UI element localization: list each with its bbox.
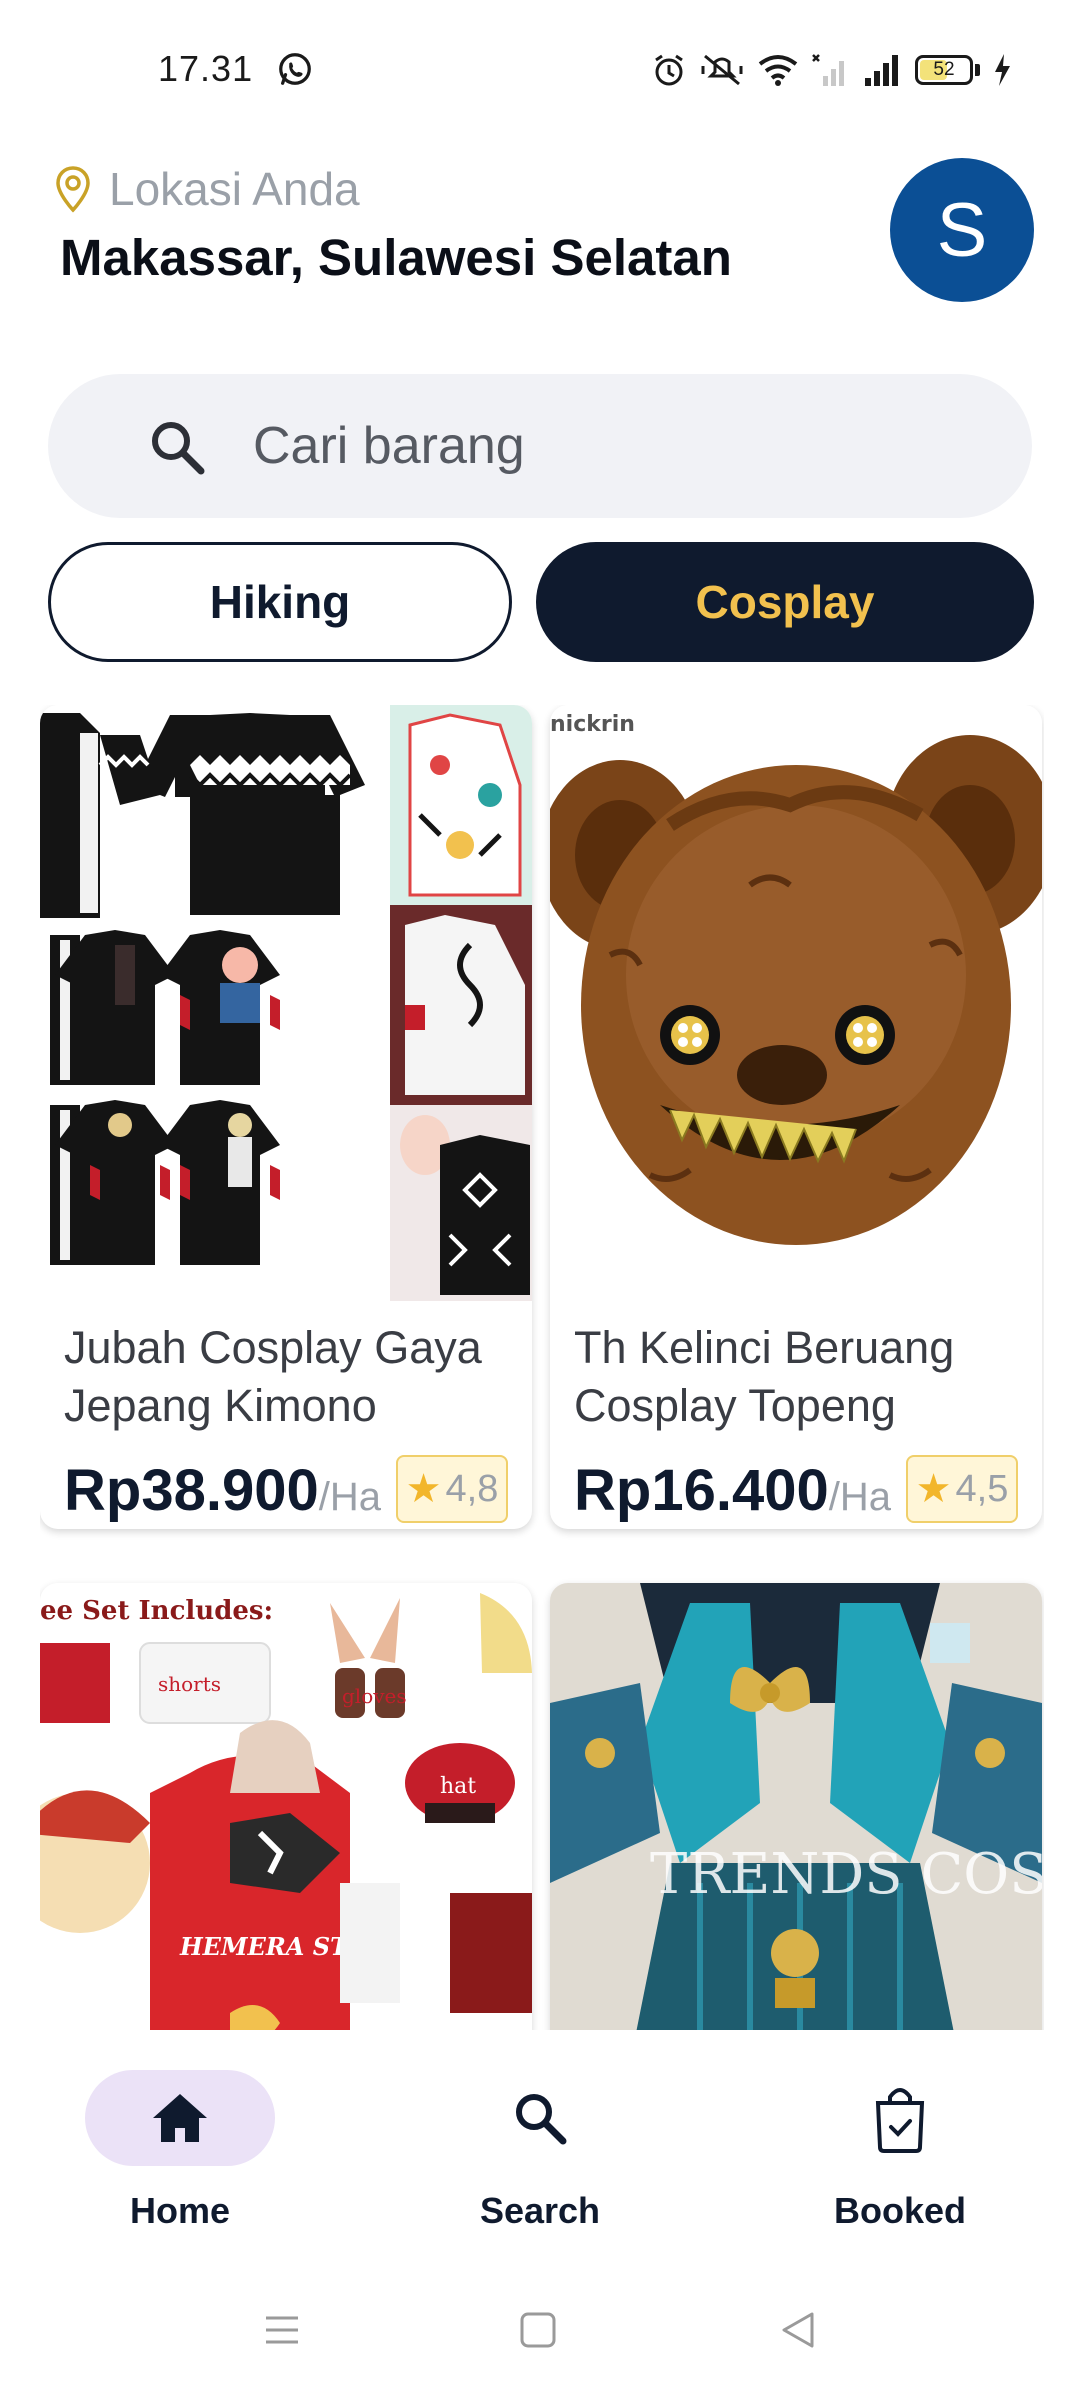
image-tag: hat <box>440 1774 476 1799</box>
image-watermark: nickrin <box>550 712 635 737</box>
product-footer: Rp16.400 /Ha ★ 4,5 <box>550 1451 1042 1529</box>
search-icon <box>152 422 205 475</box>
nav-label-booked: Booked <box>833 2190 966 2231</box>
rating-badge: ★ 4,5 <box>906 1455 1018 1523</box>
nav-label-search: Search <box>479 2190 601 2231</box>
product-price: Rp38.900 <box>64 1457 319 1523</box>
image-caption: ee Set Includes: <box>40 1596 273 1626</box>
product-card[interactable]: nickrin Th Kelinci Beruang Cosplay Topen… <box>550 705 1042 1529</box>
status-icons: 52 <box>651 50 1012 90</box>
charging-icon <box>995 54 1010 86</box>
location-pin-icon <box>56 166 90 213</box>
search-bar[interactable] <box>48 374 1032 518</box>
nav-item-home[interactable]: Home <box>50 2070 310 2232</box>
category-chip-cosplay[interactable]: Cosplay <box>536 542 1034 662</box>
nav-item-search[interactable]: Search <box>410 2070 670 2232</box>
home-icon <box>153 2094 207 2142</box>
product-image-kimono[interactable] <box>40 705 532 1301</box>
bottom-navigation: Home Search Booked <box>0 2030 1080 2260</box>
product-grid[interactable]: Jubah Cosplay Gaya Jepang Kimono Rp38.90… <box>40 705 1044 2030</box>
product-price-unit: /Ha <box>318 1474 381 1519</box>
category-chip-hiking[interactable]: Hiking <box>48 542 512 662</box>
home-square-icon[interactable] <box>518 2310 558 2350</box>
battery-nub <box>975 64 980 76</box>
product-footer: Rp38.900 /Ha ★ 4,8 <box>40 1451 532 1529</box>
search-icon <box>516 2094 567 2145</box>
battery-level: 52 <box>933 59 955 80</box>
product-title: Th Kelinci Beruang Cosplay Topeng <box>574 1322 955 1431</box>
avatar[interactable]: S <box>890 158 1034 302</box>
system-navigation-bar <box>0 2260 1080 2400</box>
product-image-costume-set[interactable]: ee Set Includes: gloves shorts hat HEMER… <box>40 1583 532 2030</box>
menu-icon[interactable] <box>262 2310 302 2350</box>
product-title: Jubah Cosplay Gaya Jepang Kimono <box>64 1322 482 1431</box>
status-time: 17.31 <box>158 48 254 89</box>
star-icon: ★ <box>405 1467 442 1511</box>
product-card[interactable]: Jubah Cosplay Gaya Jepang Kimono Rp38.90… <box>40 705 532 1529</box>
search-input[interactable] <box>253 374 993 518</box>
wifi-icon <box>758 55 798 86</box>
nav-item-booked[interactable]: Booked <box>770 2070 1030 2232</box>
product-price-unit: /Ha <box>828 1474 891 1519</box>
whatsapp-icon <box>279 53 311 85</box>
back-icon[interactable] <box>778 2310 818 2350</box>
rating-badge: ★ 4,8 <box>396 1455 508 1523</box>
image-watermark: TRENDS COS <box>650 1842 1042 1907</box>
image-tag: gloves <box>342 1684 407 1708</box>
nav-pill-booked[interactable] <box>805 2070 995 2166</box>
product-card[interactable]: TRENDS COS <box>550 1583 1042 2030</box>
product-card[interactable]: ee Set Includes: gloves shorts hat HEMER… <box>40 1583 532 2030</box>
location-label: Lokasi Anda <box>109 163 360 215</box>
mute-vibrate-icon <box>701 54 743 86</box>
product-price: Rp16.400 <box>574 1457 829 1523</box>
nav-pill-home[interactable] <box>85 2070 275 2166</box>
rating-value: 4,8 <box>445 1467 499 1510</box>
shopping-bag-icon <box>875 2088 925 2153</box>
product-image-costume-blue[interactable]: TRENDS COS <box>550 1583 1042 2030</box>
image-tag: shorts <box>158 1672 221 1696</box>
rating-value: 4,5 <box>955 1467 1009 1510</box>
nav-label-home: Home <box>129 2190 231 2231</box>
alarm-icon <box>655 54 683 86</box>
location-label-row: Lokasi Anda <box>55 162 360 216</box>
star-icon: ★ <box>915 1467 952 1511</box>
battery-icon: 52 <box>915 55 973 85</box>
location-value[interactable]: Makassar, Sulawesi Selatan <box>60 228 732 287</box>
signal-empty-icon <box>812 54 844 86</box>
nav-pill-search[interactable] <box>445 2070 635 2166</box>
product-image-bear-mask[interactable]: nickrin <box>550 705 1042 1301</box>
status-bar: 17.31 52 <box>0 0 1080 135</box>
signal-icon <box>865 55 898 86</box>
